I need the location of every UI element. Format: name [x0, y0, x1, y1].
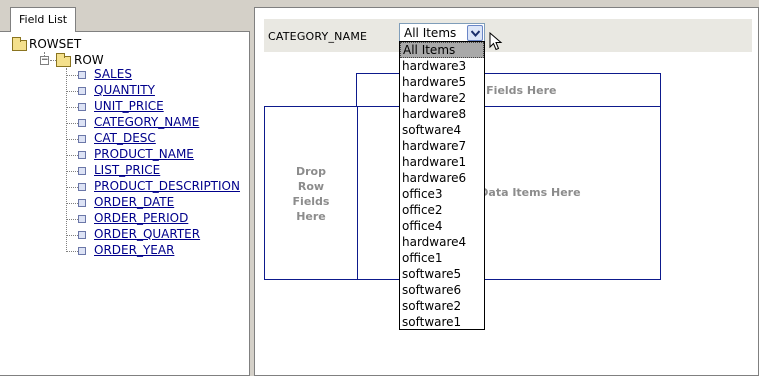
tree-connector: [66, 251, 78, 252]
field-link[interactable]: ORDER_PERIOD: [94, 211, 188, 225]
dropdown-option[interactable]: office1: [400, 250, 484, 266]
open-folder-icon: [56, 53, 71, 67]
tree-connector: [66, 171, 78, 172]
field-link[interactable]: CATEGORY_NAME: [94, 115, 199, 129]
tab-field-list-label: Field List: [19, 13, 68, 26]
tree-connector: [66, 68, 67, 252]
dropdown-option[interactable]: hardware8: [400, 106, 484, 122]
dropdown-option[interactable]: software4: [400, 122, 484, 138]
category-select-value: All Items: [404, 26, 457, 40]
field-link[interactable]: ORDER_YEAR: [94, 243, 174, 257]
tree-connector: [66, 107, 78, 108]
page-field-bar: CATEGORY_NAME All Items: [264, 19, 752, 52]
field-link[interactable]: UNIT_PRICE: [94, 99, 164, 113]
folder-icon: [12, 37, 27, 51]
field-icon: [78, 87, 86, 95]
field-list-panel: ROWSET − ROW SALES QUANTITY UNIT_PRICE CATE…: [0, 31, 250, 376]
tree-connector: [66, 187, 78, 188]
field-icon: [78, 71, 86, 79]
dropdown-option[interactable]: hardware3: [400, 58, 484, 74]
field-icon: [78, 231, 86, 239]
tree-connector: [66, 219, 78, 220]
dropdown-option[interactable]: hardware7: [400, 138, 484, 154]
page-field-label: CATEGORY_NAME: [268, 30, 368, 43]
dropdown-option[interactable]: software5: [400, 266, 484, 282]
tab-field-list[interactable]: Field List: [10, 7, 76, 32]
field-tree: ROWSET − ROW SALES QUANTITY UNIT_PRICE CATE…: [0, 32, 250, 292]
tree-row-label[interactable]: ROW: [74, 53, 104, 67]
category-select[interactable]: All Items: [399, 23, 485, 43]
tree-connector: [66, 91, 78, 92]
dropdown-option[interactable]: hardware2: [400, 90, 484, 106]
tree-connector: [66, 235, 78, 236]
field-icon: [78, 103, 86, 111]
field-link[interactable]: PRODUCT_NAME: [94, 147, 194, 161]
tree-connector: [66, 139, 78, 140]
row-drop-text: Drop Row Fields Here: [292, 165, 330, 223]
dropdown-option[interactable]: office2: [400, 202, 484, 218]
field-link[interactable]: PRODUCT_DESCRIPTION: [94, 179, 240, 193]
pivot-table-panel: CATEGORY_NAME All Items Drop Column Fiel…: [254, 7, 759, 376]
dropdown-option[interactable]: All Items: [400, 42, 484, 58]
dropdown-option[interactable]: software2: [400, 298, 484, 314]
mouse-cursor-icon: [489, 32, 503, 51]
category-dropdown-list[interactable]: All Items hardware3 hardware5 hardware2 hard…: [399, 41, 485, 330]
tree-root-label[interactable]: ROWSET: [29, 37, 81, 51]
row-fields-drop-zone[interactable]: Drop Row Fields Here: [264, 106, 358, 280]
tree-connector: [66, 123, 78, 124]
field-link[interactable]: CAT_DESC: [94, 131, 156, 145]
field-icon: [78, 167, 86, 175]
field-icon: [78, 151, 86, 159]
dropdown-option[interactable]: hardware4: [400, 234, 484, 250]
dropdown-option[interactable]: office4: [400, 218, 484, 234]
dropdown-option[interactable]: software1: [400, 314, 484, 330]
field-link[interactable]: LIST_PRICE: [94, 163, 160, 177]
dropdown-option[interactable]: hardware6: [400, 170, 484, 186]
field-icon: [78, 119, 86, 127]
dropdown-option[interactable]: office3: [400, 186, 484, 202]
field-icon: [78, 199, 86, 207]
field-link[interactable]: ORDER_QUARTER: [94, 227, 200, 241]
field-icon: [78, 247, 86, 255]
field-icon: [78, 135, 86, 143]
field-link[interactable]: SALES: [94, 67, 132, 81]
tree-connector: [66, 155, 78, 156]
dropdown-option[interactable]: software6: [400, 282, 484, 298]
field-icon: [78, 183, 86, 191]
field-link[interactable]: ORDER_DATE: [94, 195, 174, 209]
tree-connector: [66, 75, 78, 76]
chevron-down-icon[interactable]: [467, 25, 483, 41]
field-icon: [78, 215, 86, 223]
tree-connector: [66, 203, 78, 204]
dropdown-option[interactable]: hardware1: [400, 154, 484, 170]
dropdown-option[interactable]: hardware5: [400, 74, 484, 90]
collapse-icon[interactable]: −: [40, 56, 49, 65]
field-link[interactable]: QUANTITY: [94, 83, 155, 97]
